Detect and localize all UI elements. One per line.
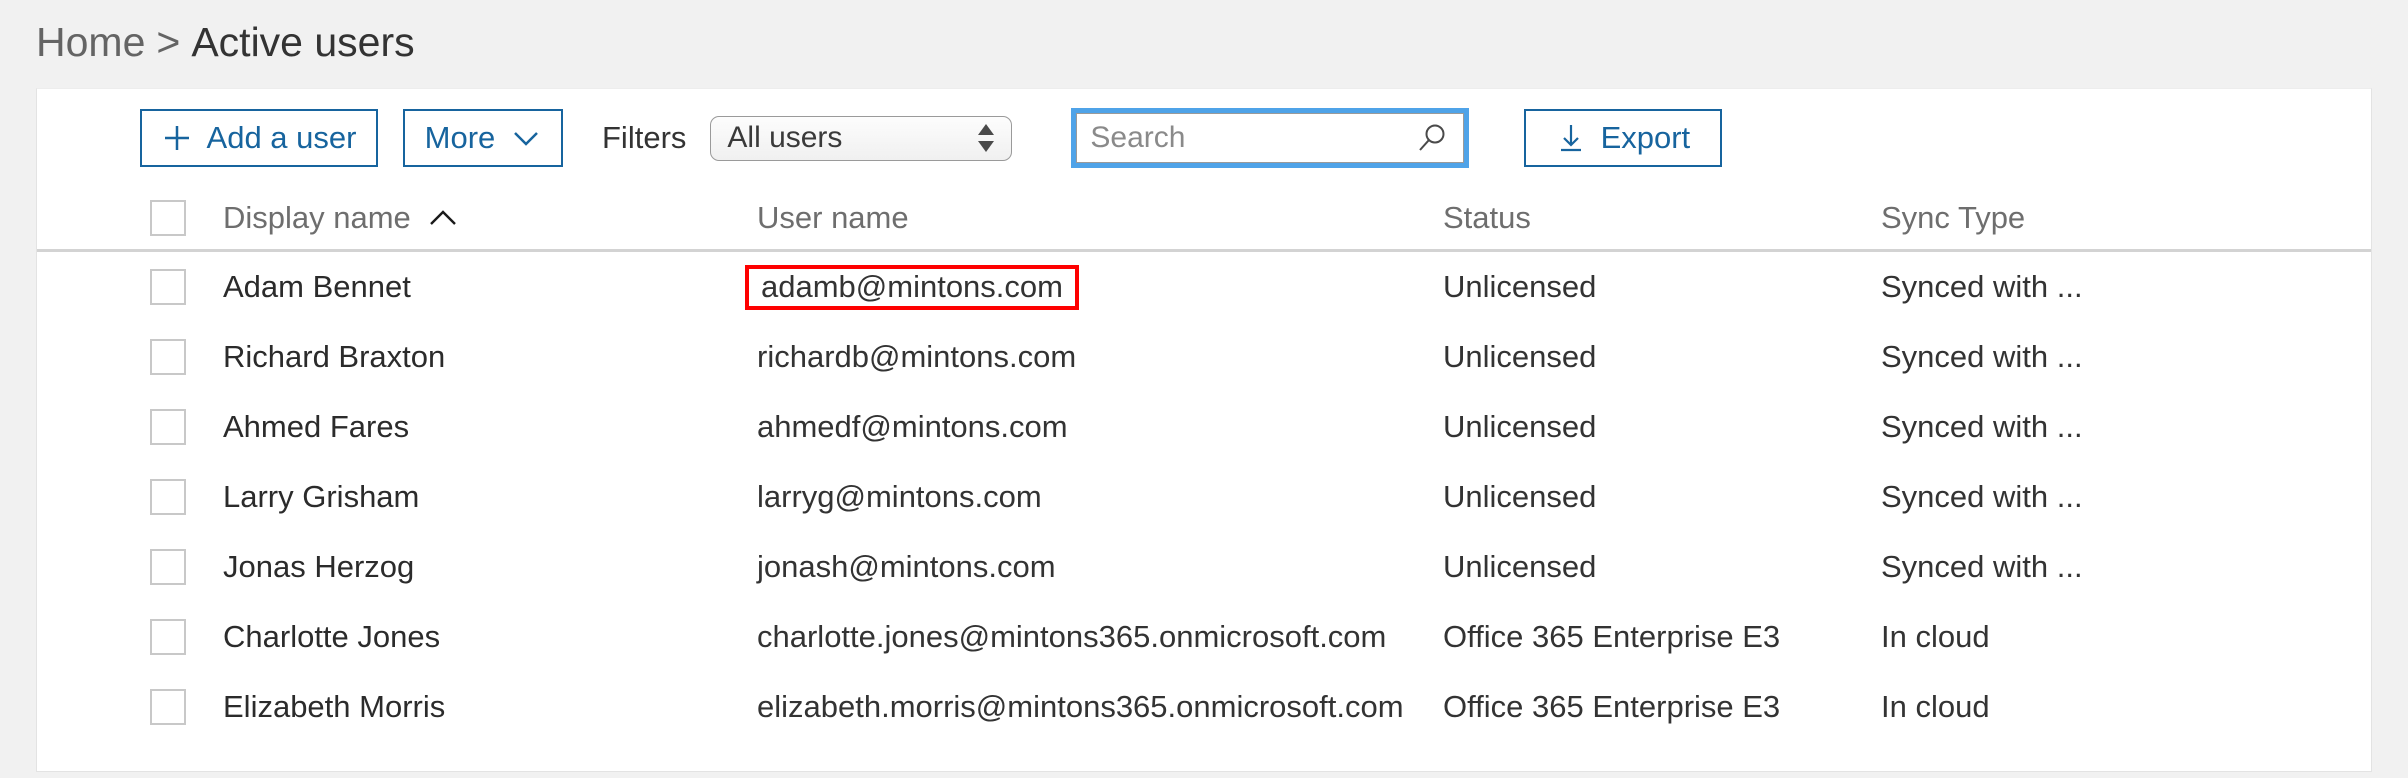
- caret-up-icon: [427, 208, 459, 228]
- column-header-sync-type-label: Sync Type: [1881, 200, 2026, 235]
- cell-status: Office 365 Enterprise E3: [1443, 689, 1781, 724]
- cell-display-name[interactable]: Larry Grisham: [223, 462, 757, 532]
- select-all-checkbox[interactable]: [150, 200, 186, 236]
- cell-user-name: charlotte.jones@mintons365.onmicrosoft.c…: [757, 619, 1387, 654]
- chevron-down-icon: [511, 128, 541, 148]
- more-label: More: [424, 120, 496, 155]
- breadcrumb-home-link[interactable]: Home: [36, 21, 145, 63]
- cell-user-name: adamb@mintons.com: [745, 251, 1443, 323]
- cell-user-name: elizabeth.morris@mintons365.onmicrosoft.…: [757, 689, 1404, 724]
- cell-sync-type: Synced with ...: [1881, 479, 2083, 514]
- row-checkbox[interactable]: [150, 689, 186, 725]
- row-select-cell: [37, 532, 223, 602]
- column-header-display-name-label: Display name: [223, 200, 411, 235]
- table-head: Display name User name Status Sync Type: [37, 187, 2371, 252]
- cell-user-name: larryg@mintons.com: [757, 479, 1042, 514]
- table-row[interactable]: Jonas Herzog jonash@mintons.com Unlicensed…: [37, 532, 2371, 602]
- cell-sync-type: Synced with ...: [1881, 339, 2083, 374]
- toolbar: Add a user More Filters All users Search…: [37, 89, 2371, 187]
- export-button[interactable]: Export: [1524, 109, 1723, 167]
- cell-sync-type: Synced with ...: [1881, 549, 2083, 584]
- row-checkbox[interactable]: [150, 269, 186, 305]
- select-all-header-cell: [37, 187, 223, 252]
- column-header-status[interactable]: Status: [1443, 187, 1881, 252]
- table-row[interactable]: Charlotte Jones charlotte.jones@mintons36…: [37, 602, 2371, 672]
- search-input-frame: Search: [1076, 113, 1465, 163]
- row-select-cell: [37, 602, 223, 672]
- cell-sync-type: In cloud: [1881, 619, 1990, 654]
- column-header-sync-type[interactable]: Sync Type: [1881, 187, 2371, 252]
- column-header-display-name[interactable]: Display name: [223, 187, 757, 252]
- plus-icon: [162, 123, 192, 153]
- table-row[interactable]: Richard Braxton richardb@mintons.com Unlic…: [37, 322, 2371, 392]
- cell-display-name[interactable]: Elizabeth Morris: [223, 672, 757, 742]
- export-label: Export: [1600, 120, 1691, 155]
- download-icon: [1557, 122, 1585, 154]
- row-select-cell: [37, 462, 223, 532]
- active-users-table: Display name User name Status Sync Type …: [37, 187, 2371, 743]
- breadcrumb-current-page: Active users: [191, 18, 415, 65]
- row-select-cell: [37, 672, 223, 742]
- cell-display-name[interactable]: Adam Bennet: [223, 251, 757, 323]
- table-row[interactable]: Adam Bennet adamb@mintons.com Unlicensed Sy…: [37, 251, 2371, 323]
- table-row[interactable]: Ahmed Fares ahmedf@mintons.com Unlicensed S…: [37, 392, 2371, 462]
- cell-display-name[interactable]: Ahmed Fares: [223, 392, 757, 462]
- more-button[interactable]: More: [403, 109, 563, 167]
- cell-display-name[interactable]: Jonas Herzog: [223, 532, 757, 602]
- row-select-cell: [37, 322, 223, 392]
- breadcrumb: Home > Active users: [36, 6, 415, 78]
- cell-sync-type: Synced with ...: [1881, 409, 2083, 444]
- table-header-row: Display name User name Status Sync Type: [37, 187, 2371, 252]
- row-select-cell: [37, 392, 223, 462]
- table-row[interactable]: Elizabeth Morris elizabeth.morris@mintons…: [37, 672, 2371, 742]
- row-checkbox[interactable]: [150, 339, 186, 375]
- table-row[interactable]: Larry Grisham larryg@mintons.com Unlicense…: [37, 462, 2371, 532]
- annotation-highlight-box: adamb@mintons.com: [745, 264, 1079, 310]
- cell-display-name[interactable]: Charlotte Jones: [223, 602, 757, 672]
- filter-select[interactable]: All users: [710, 115, 1013, 161]
- add-user-label: Add a user: [206, 120, 357, 155]
- cell-status: Unlicensed: [1443, 549, 1597, 584]
- cell-status: Unlicensed: [1443, 409, 1597, 444]
- breadcrumb-separator: >: [156, 18, 181, 65]
- search-box[interactable]: Search: [1071, 108, 1470, 168]
- column-header-user-name-label: User name: [757, 200, 909, 235]
- row-checkbox[interactable]: [150, 409, 186, 445]
- table-body: Adam Bennet adamb@mintons.com Unlicensed Sy…: [37, 251, 2371, 743]
- row-checkbox[interactable]: [150, 549, 186, 585]
- row-checkbox[interactable]: [150, 479, 186, 515]
- search-input[interactable]: Search: [1090, 121, 1415, 155]
- cell-status: Unlicensed: [1443, 479, 1597, 514]
- page-root: Home > Active users Add a user More Filt…: [0, 0, 2408, 778]
- filters-label: Filters: [602, 120, 687, 155]
- filter-select-wrapper: All users: [710, 115, 1013, 161]
- cell-status: Office 365 Enterprise E3: [1443, 619, 1781, 654]
- cell-user-name: jonash@mintons.com: [757, 549, 1056, 584]
- cell-user-name: richardb@mintons.com: [757, 339, 1077, 374]
- row-select-cell: [37, 251, 223, 323]
- cell-sync-type: In cloud: [1881, 689, 1990, 724]
- filter-select-value: All users: [727, 121, 843, 154]
- cell-display-name[interactable]: Richard Braxton: [223, 322, 757, 392]
- column-header-user-name[interactable]: User name: [757, 187, 1443, 252]
- search-icon[interactable]: [1415, 121, 1449, 155]
- row-checkbox[interactable]: [150, 619, 186, 655]
- cell-sync-type: Synced with ...: [1881, 269, 2083, 304]
- active-users-card: Add a user More Filters All users Search…: [36, 88, 2372, 772]
- cell-status: Unlicensed: [1443, 269, 1597, 304]
- cell-user-name: ahmedf@mintons.com: [757, 409, 1068, 444]
- column-header-status-label: Status: [1443, 200, 1531, 235]
- cell-status: Unlicensed: [1443, 339, 1597, 374]
- add-user-button[interactable]: Add a user: [140, 109, 378, 167]
